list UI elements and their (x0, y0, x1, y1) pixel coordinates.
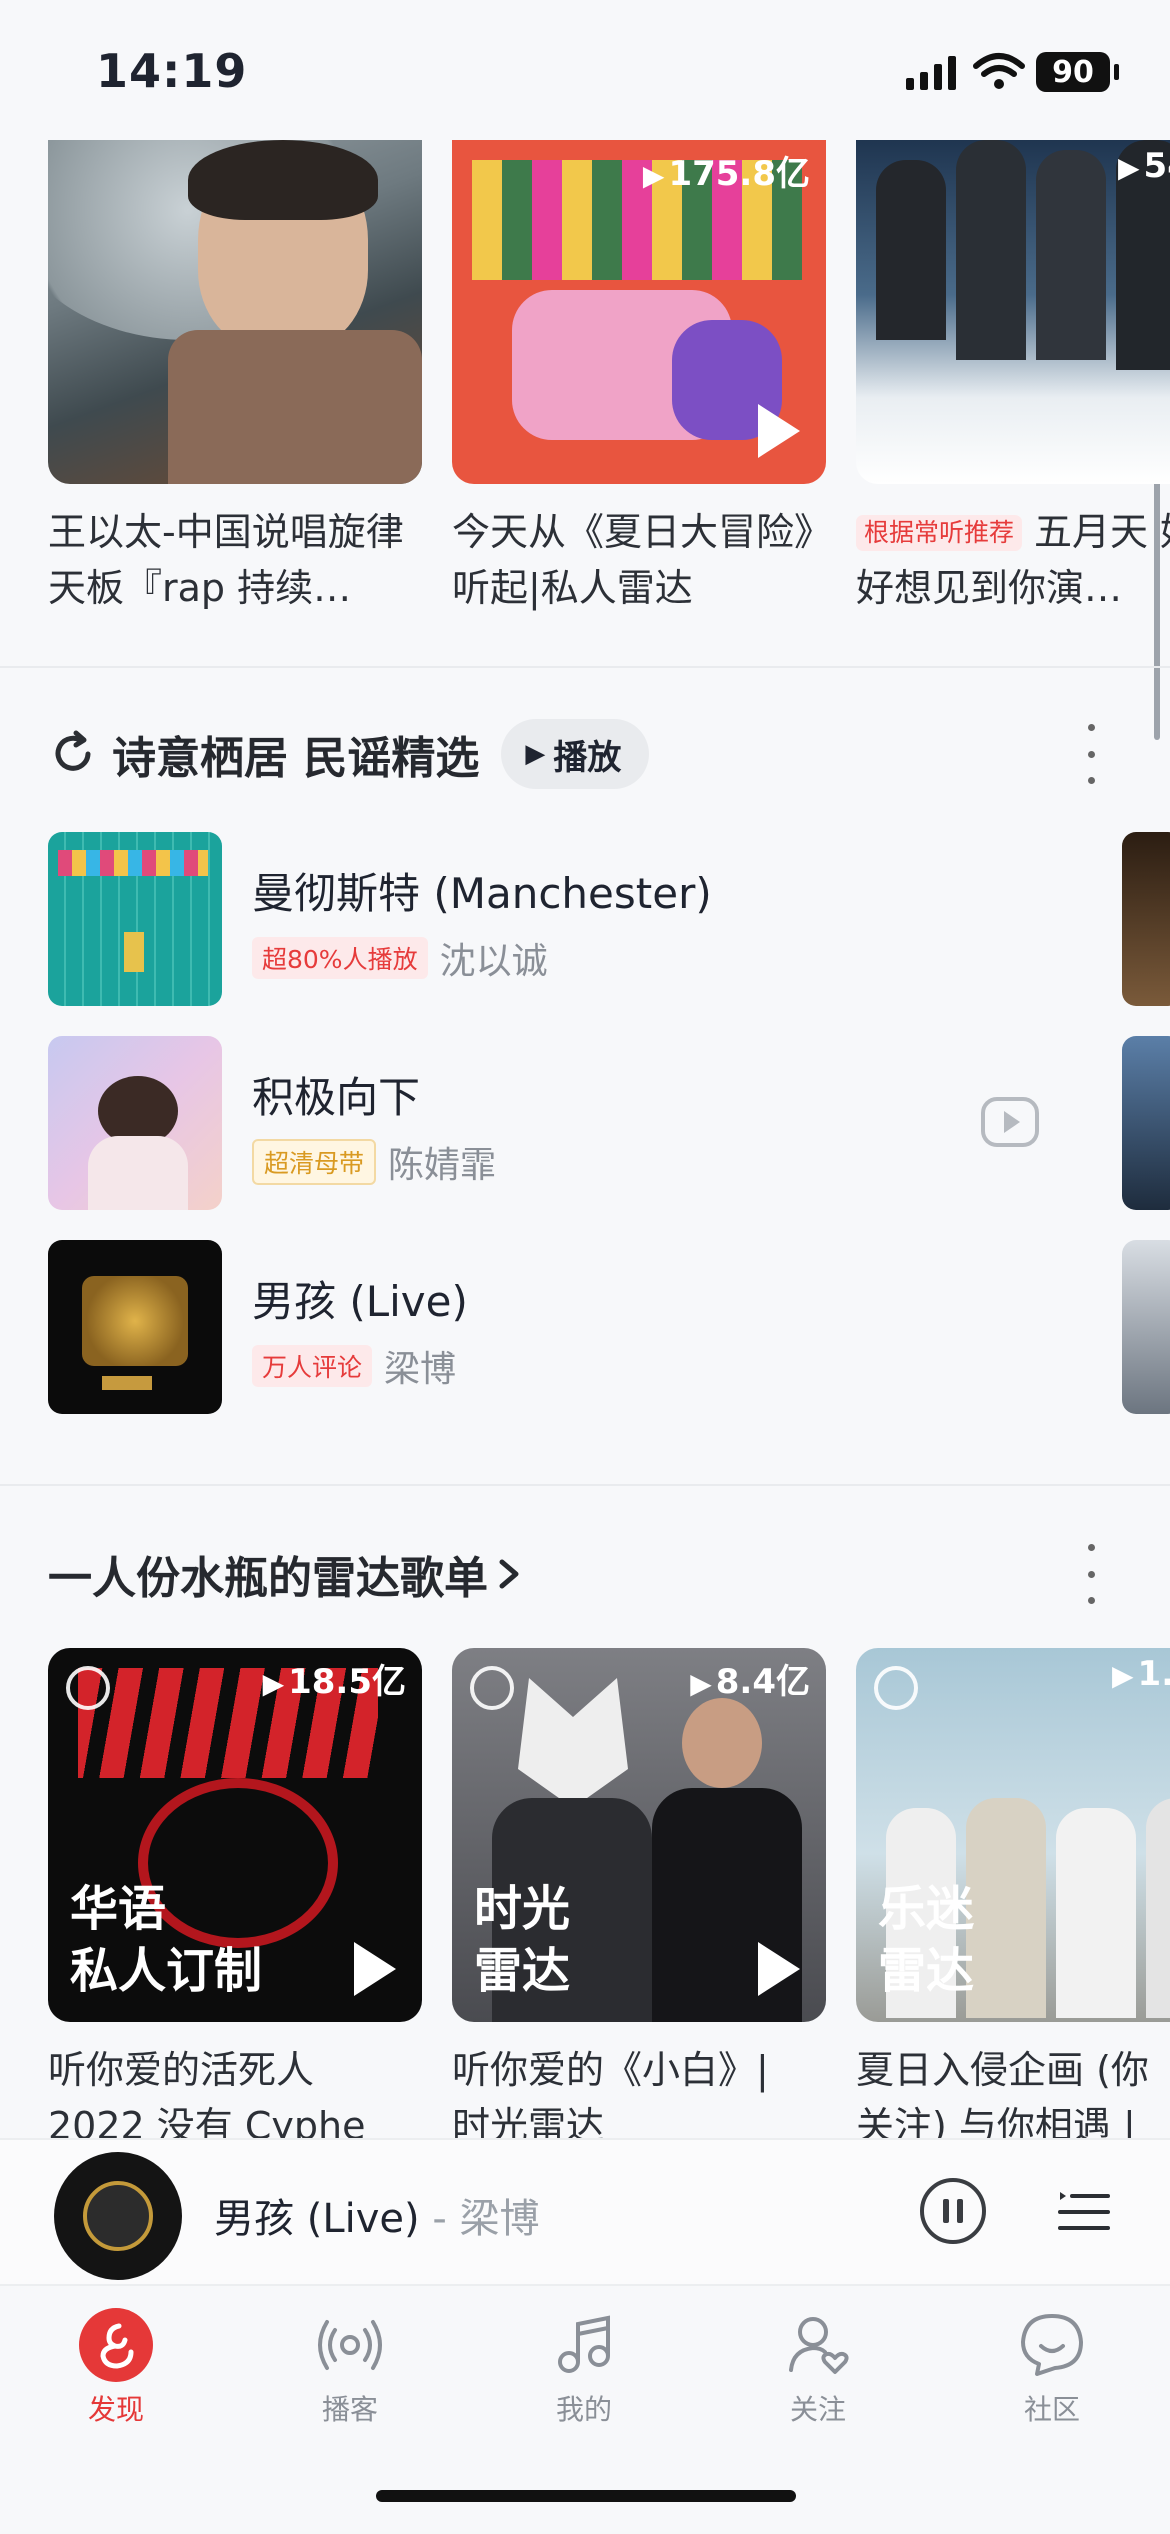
section-title: 一人份水瓶的雷达歌单 (48, 1553, 488, 1604)
song-row[interactable]: 男孩 (Live) 万人评论 梁博 (48, 1240, 1098, 1414)
more-options-icon[interactable] (1084, 724, 1098, 784)
chevron-right-icon (499, 1559, 519, 1589)
section-header[interactable]: 一人份水瓶的雷达歌单 (48, 1538, 524, 1610)
play-count: ▶ 8.4亿 (690, 1662, 810, 1702)
next-page-preview[interactable] (1122, 1036, 1170, 1210)
pause-button[interactable] (920, 2178, 986, 2244)
refresh-icon[interactable] (48, 729, 98, 779)
playlist-cover: ▶ 18.5亿 华语 私人订制 (48, 1648, 422, 2022)
now-playing-artist: - 梁博 (432, 2196, 540, 2242)
song-meta: 超80%人播放 沈以诚 (252, 932, 548, 984)
next-page-preview[interactable] (1122, 832, 1170, 1006)
tab-label: 关注 (789, 2393, 846, 2426)
song-cover (48, 1036, 222, 1210)
tab-discover[interactable]: 发现 (46, 2308, 186, 2428)
playlist-title: 王以太-中国说唱旋律天板『rap 持续… (48, 510, 404, 610)
play-count: ▶1.6 (1112, 1654, 1170, 1694)
next-page-preview[interactable] (1122, 1240, 1170, 1414)
now-playing-title: 男孩 (Live) - 梁博 (214, 2186, 539, 2244)
song-artist: 陈婧霏 (388, 1145, 497, 1186)
more-options-icon[interactable] (1084, 1544, 1098, 1604)
playlist-card[interactable]: ▶54 根据常听推荐五月天 好好想见到你演… (856, 140, 1170, 616)
now-playing-song: 男孩 (Live) (214, 2196, 420, 2242)
song-cover (48, 832, 222, 1006)
playlist-card[interactable]: ▶ 8.4亿 时光 雷达 听你爱的《小白》| 时光雷达 (452, 1648, 826, 2138)
playlist-title: 听你爱的活死人 2022 没有 Cyphe (48, 2048, 366, 2138)
song-title: 积极向下 (252, 1073, 421, 1122)
playlist-queue-icon[interactable] (1056, 2186, 1110, 2236)
song-title: 男孩 (Live) (252, 1277, 468, 1326)
follow-user-icon (781, 2308, 855, 2382)
section-divider (0, 1484, 1170, 1486)
song-meta: 超清母带 陈婧霏 (252, 1136, 496, 1188)
playlist-card[interactable]: ▶1.6 乐迷 雷达 夏日入侵企画 (你 关注) 与你相遇 | (856, 1648, 1170, 2138)
radar-card-row: ▶ 18.5亿 华语 私人订制 听你爱的活死人 2022 没有 Cyphe ▶ 8.… (0, 1648, 1170, 2138)
section-title: 诗意栖居 民谣精选 (112, 733, 480, 784)
playlist-card[interactable]: 王以太-中国说唱旋律天板『rap 持续… (48, 140, 422, 616)
tab-label: 发现 (87, 2393, 144, 2426)
discover-icon (79, 2308, 153, 2382)
play-icon[interactable] (758, 404, 800, 458)
status-bar: 14:19 90 (0, 0, 1170, 140)
playlist-cover: ▶ 175.8亿 (452, 140, 826, 484)
playlist-card[interactable]: ▶ 18.5亿 华语 私人订制 听你爱的活死人 2022 没有 Cyphe (48, 1648, 422, 2138)
top-card-row: 王以太-中国说唱旋律天板『rap 持续… ▶ 175.8亿 今天从《夏日大冒险》听… (0, 140, 1170, 660)
section-header: 诗意栖居 民谣精选 ▶ 播放 (48, 718, 650, 790)
play-count: ▶54 (1118, 146, 1170, 186)
playlist-card[interactable]: ▶ 175.8亿 今天从《夏日大冒险》听起|私人雷达 (452, 140, 826, 616)
song-row[interactable]: 积极向下 超清母带 陈婧霏 (48, 1036, 1098, 1210)
song-artist: 梁博 (384, 1349, 457, 1390)
playlist-cover: ▶ 8.4亿 时光 雷达 (452, 1648, 826, 2022)
playlist-title: 根据常听推荐五月天 好好想见到你演… (856, 510, 1170, 610)
netease-logo-icon (470, 1666, 514, 1710)
wifi-icon (973, 53, 1025, 89)
podcast-icon (313, 2308, 387, 2382)
tab-community[interactable]: 社区 (982, 2308, 1122, 2428)
play-icon: ▶ (525, 739, 546, 769)
community-chat-icon (1015, 2308, 1089, 2382)
mini-player[interactable]: 男孩 (Live) - 梁博 (0, 2138, 1170, 2284)
signal-icon (906, 56, 962, 90)
music-note-icon (547, 2308, 621, 2382)
tab-follow[interactable]: 关注 (748, 2308, 888, 2428)
song-tag: 超清母带 (252, 1139, 377, 1185)
tab-label: 播客 (321, 2393, 378, 2426)
netease-logo-icon (66, 1666, 110, 1710)
home-indicator[interactable] (376, 2490, 796, 2502)
playlist-title: 今天从《夏日大冒险》听起|私人雷达 (452, 510, 814, 610)
mv-video-icon[interactable] (980, 1096, 1040, 1148)
play-icon[interactable] (354, 1942, 396, 1996)
cover-overlay-text: 华语 私人订制 (70, 1881, 263, 1999)
netease-logo-icon (874, 1666, 918, 1710)
song-row[interactable]: 曼彻斯特 (Manchester) 超80%人播放 沈以诚 (48, 832, 1098, 1006)
status-time: 14:19 (96, 44, 248, 98)
play-count: ▶ 18.5亿 (262, 1662, 406, 1702)
play-all-label: 播放 (553, 737, 622, 778)
now-playing-disc[interactable] (54, 2152, 182, 2280)
cover-overlay-text: 乐迷 雷达 (878, 1881, 975, 1999)
cover-overlay-text: 时光 雷达 (474, 1881, 571, 1999)
song-artist: 沈以诚 (439, 941, 548, 982)
play-icon[interactable] (758, 1942, 800, 1996)
song-tag: 万人评论 (252, 1345, 373, 1387)
tab-mine[interactable]: 我的 (514, 2308, 654, 2428)
play-all-button[interactable]: ▶ 播放 (501, 719, 650, 789)
song-tag: 超80%人播放 (252, 937, 428, 979)
tab-label: 我的 (555, 2393, 612, 2426)
playlist-cover: ▶54 (856, 140, 1170, 484)
play-count: ▶ 175.8亿 (642, 154, 810, 194)
song-cover (48, 1240, 222, 1414)
song-title: 曼彻斯特 (Manchester) (252, 869, 712, 918)
section-divider (0, 666, 1170, 668)
recommend-badge: 根据常听推荐 (856, 515, 1023, 551)
song-meta: 万人评论 梁博 (252, 1340, 456, 1392)
battery-indicator: 90 (1036, 52, 1119, 92)
tab-label: 社区 (1023, 2393, 1080, 2426)
playlist-title: 听你爱的《小白》| 时光雷达 (452, 2048, 769, 2138)
playlist-title: 夏日入侵企画 (你 关注) 与你相遇 | (856, 2048, 1149, 2138)
playlist-cover: ▶1.6 乐迷 雷达 (856, 1648, 1170, 2022)
tab-podcast[interactable]: 播客 (280, 2308, 420, 2428)
playlist-cover (48, 140, 422, 484)
